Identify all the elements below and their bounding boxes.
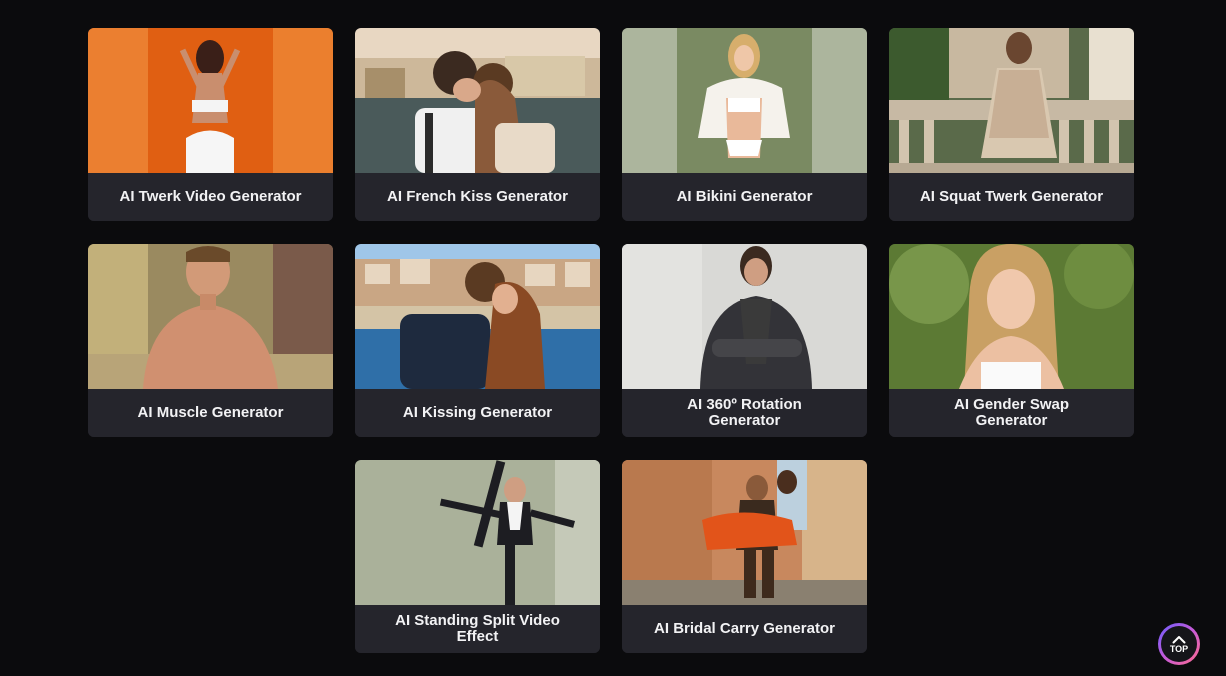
generator-card[interactable]: AI Squat Twerk Generator	[889, 28, 1134, 221]
generator-card[interactable]: AI Gender Swap Generator	[889, 244, 1134, 437]
back-to-top-inner: TOP	[1161, 626, 1197, 662]
card-thumbnail	[88, 28, 333, 173]
card-thumbnail	[88, 244, 333, 389]
page: AI Twerk Video Generator AI French Kiss …	[0, 0, 1226, 676]
card-label: AI Kissing Generator	[355, 389, 600, 437]
card-label: AI French Kiss Generator	[355, 173, 600, 221]
card-thumbnail	[889, 28, 1134, 173]
generator-card[interactable]: AI Kissing Generator	[355, 244, 600, 437]
card-thumbnail	[622, 244, 867, 389]
card-thumbnail	[355, 244, 600, 389]
generator-card[interactable]: AI 360º Rotation Generator	[622, 244, 867, 437]
card-label: AI Standing Split Video Effect	[355, 605, 600, 653]
card-thumbnail	[889, 244, 1134, 389]
card-label: AI Bridal Carry Generator	[622, 605, 867, 653]
card-label: AI Squat Twerk Generator	[889, 173, 1134, 221]
chevron-up-icon	[1172, 635, 1186, 643]
card-label: AI Gender Swap Generator	[889, 389, 1134, 437]
generator-card[interactable]: AI French Kiss Generator	[355, 28, 600, 221]
card-label: AI Twerk Video Generator	[88, 173, 333, 221]
card-thumbnail	[622, 28, 867, 173]
card-label: AI Muscle Generator	[88, 389, 333, 437]
back-to-top-button[interactable]: TOP	[1158, 623, 1200, 665]
generator-grid: AI Twerk Video Generator AI French Kiss …	[88, 28, 1134, 653]
card-thumbnail	[622, 460, 867, 605]
generator-card[interactable]: AI Standing Split Video Effect	[355, 460, 600, 653]
generator-card[interactable]: AI Twerk Video Generator	[88, 28, 333, 221]
back-to-top-label: TOP	[1169, 643, 1189, 654]
card-label: AI Bikini Generator	[622, 173, 867, 221]
card-label: AI 360º Rotation Generator	[622, 389, 867, 437]
card-thumbnail	[355, 460, 600, 605]
generator-card[interactable]: AI Muscle Generator	[88, 244, 333, 437]
generator-card[interactable]: AI Bridal Carry Generator	[622, 460, 867, 653]
card-thumbnail	[355, 28, 600, 173]
generator-card[interactable]: AI Bikini Generator	[622, 28, 867, 221]
